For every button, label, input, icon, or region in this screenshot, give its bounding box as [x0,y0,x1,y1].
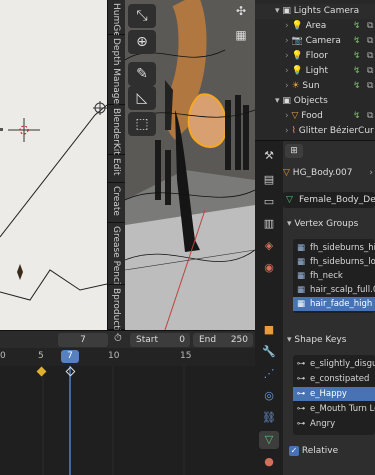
move-icon[interactable]: ⤡ [128,4,156,28]
particles-icon[interactable]: ⋰ [259,365,279,383]
outliner-row-floor[interactable]: › 💡 Floor ↯ ⧉ [255,49,375,64]
list-item-selected[interactable]: ⊶ e_Happy [293,387,375,401]
modifier-icon[interactable]: 🔧 [259,343,279,361]
tab-depth-manager[interactable]: Depth Manager [108,35,126,108]
tab-humgen[interactable]: HumGen [108,0,126,42]
light-icon: 💡 [291,51,303,61]
ruler-label-10: 10 [108,351,120,361]
scene-icon[interactable]: ◈ [259,237,279,255]
ruler-label-0: 0 [0,351,6,361]
list-item[interactable]: ⊶e_slightly_disgust [293,357,375,371]
checkbox-icon[interactable]: ✓ [289,445,299,456]
tool-shelf: ⤡ ⊕ ✎ ◺ ⬚ [128,0,158,140]
tab-edit[interactable]: Edit [108,155,126,183]
list-item[interactable]: ▦fh_sideburns_low [293,255,375,269]
start-frame-field[interactable]: Start 0 [130,333,190,347]
constraints-icon[interactable]: ⛓ [259,409,279,427]
output-icon[interactable]: ▭ [259,193,279,211]
physics-icon[interactable]: ◎ [259,387,279,405]
world-icon[interactable]: ◉ [259,259,279,277]
stopwatch-icon[interactable]: ⏱ [114,333,122,344]
curve-icon: ⌇ [291,126,296,136]
list-item[interactable]: ⊶ e_constipated [293,372,375,386]
vertex-groups-header[interactable]: ▾ Vertex Groups [287,215,375,233]
relative-checkbox[interactable]: ✓ Relative [289,444,375,458]
left-3d-viewport[interactable] [0,0,107,330]
shape-keys-list[interactable]: ⊶e_slightly_disgust ⊶e_constipated ⊶e_Ha… [293,355,375,435]
camera-icon: 📷 [291,36,303,46]
ruler-label-5: 5 [38,351,44,361]
shape-keys-header[interactable]: ▾ Shape Keys [287,331,375,349]
timeline-grid [42,366,185,475]
properties-editor: ⊞ ▽ HG_Body.007 › ▽ Female_Body_Det ▾ Ve… [283,140,375,475]
transform-icon[interactable]: ⊕ [128,30,156,54]
material-icon[interactable]: ● [259,453,279,471]
tool-icon[interactable]: ⚒ [259,147,279,165]
tab-blenderkit[interactable]: BlenderKit [108,105,126,155]
outliner-row-light[interactable]: › 💡 Light ↯ ⧉ [255,64,375,79]
data-icon[interactable]: ▽ [259,431,279,449]
annotate-icon[interactable]: ✎ [128,62,156,86]
view-gizmo-icon[interactable]: ✣ [232,4,250,22]
timeline-ruler[interactable]: 0 5 7 10 15 [0,348,255,366]
properties-tabs: ⚒ ▤ ▭ ▥ ◈ ◉ ■ 🔧 ⋰ ◎ ⛓ ▽ ● [255,140,283,475]
mesh-name-field[interactable]: ▽ Female_Body_Det [283,192,375,208]
ruler-label-15: 15 [180,351,192,361]
mesh-icon: ▽ [291,111,299,121]
viewport-drawing [0,101,107,301]
object-name-breadcrumb: ▽ HG_Body.007 › [283,168,373,178]
measure-icon[interactable]: ◺ [128,86,156,110]
timeline-keyframes[interactable] [0,366,255,475]
playhead-frame-label[interactable]: 7 [61,350,79,363]
vertex-groups-list[interactable]: ▦fh_sideburns_high ▦fh_sideburns_low ▦fh… [293,239,375,313]
grid-view-icon[interactable]: ▦ [232,28,250,46]
tab-create[interactable]: Create [108,183,126,223]
object-data-icon: ▽ [283,168,290,178]
current-frame-field[interactable]: 7 [58,333,108,347]
tab-grease-pencil[interactable]: Grease Pencil [108,223,126,287]
outliner-row-glitter[interactable]: › ⌇ Glitter BézierCur [255,124,375,139]
list-item[interactable]: ▦hair_scalp_full.00 [293,283,375,297]
list-item[interactable]: ▦fh_sideburns_high [293,241,375,255]
end-frame-field[interactable]: End 250 [193,333,253,347]
light-icon: 💡 [291,21,303,31]
list-item[interactable]: ⊶ Angry [293,417,375,431]
editor-type-icon[interactable]: ⊞ [285,144,303,158]
sidebar-tabs: HumGen Depth Manager BlenderKit Edit Cre… [107,0,126,343]
outliner-row-food[interactable]: › ▽ Food ↯ ⧉ [255,109,375,124]
outliner-row-camera[interactable]: › 📷 Camera ↯ ⧉ [255,34,375,49]
list-item[interactable]: ⊶e_Mouth Turn Lef [293,402,375,416]
list-item-selected[interactable]: ▦ hair_fade_high [293,297,375,311]
list-item[interactable]: ▦ fh_neck [293,269,375,283]
object-icon[interactable]: ■ [259,321,279,339]
sun-icon: ☀ [291,81,300,91]
light-icon: 💡 [291,66,303,76]
outliner: ▾ ▣ Lights Camera › 💡 Area ↯ ⧉ › 📷 Camera… [255,0,375,140]
outliner-row-sun[interactable]: › ☀ Sun ↯ ⧉ [255,79,375,94]
timeline-header: 7 ⏱ Start 0 End 250 [0,330,255,348]
outliner-row-lights-camera[interactable]: ▾ ▣ Lights Camera [255,4,375,19]
mesh-data-icon: ▽ [286,195,293,205]
add-cube-icon[interactable]: ⬚ [128,112,156,136]
tab-bproduction[interactable]: Bproduction [108,285,126,343]
outliner-row-area[interactable]: › 💡 Area ↯ ⧉ [255,19,375,34]
view-layer-icon[interactable]: ▥ [259,215,279,233]
render-icon[interactable]: ▤ [259,171,279,189]
outliner-row-objects[interactable]: ▾ ▣ Objects [255,94,375,109]
